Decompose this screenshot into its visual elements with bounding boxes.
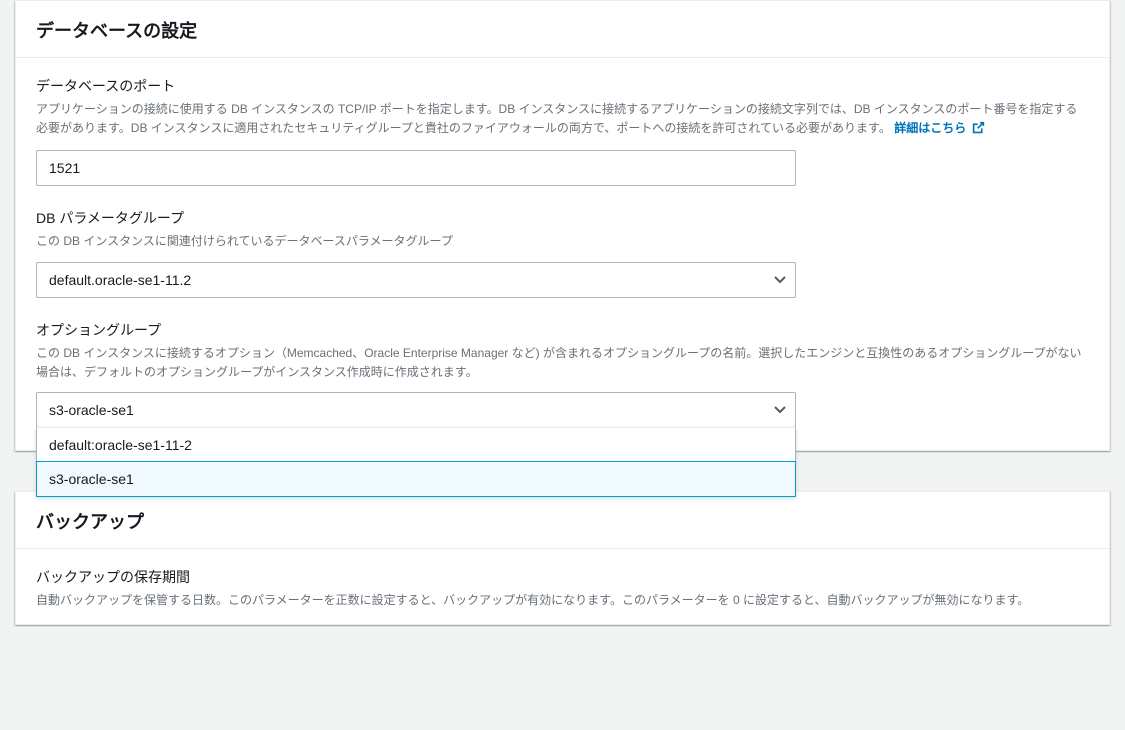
panel-body: バックアップの保存期間 自動バックアップを保管する日数。このパラメーターを正数に… bbox=[16, 549, 1109, 624]
database-port-label: データベースのポート bbox=[36, 76, 1089, 96]
external-link-icon bbox=[972, 121, 985, 140]
backup-retention-label: バックアップの保存期間 bbox=[36, 567, 1089, 587]
database-port-description: アプリケーションの接続に使用する DB インスタンスの TCP/IP ポートを指… bbox=[36, 100, 1089, 140]
panel-body: データベースのポート アプリケーションの接続に使用する DB インスタンスの T… bbox=[16, 58, 1109, 450]
parameter-group-label: DB パラメータグループ bbox=[36, 208, 1089, 228]
parameter-group-select[interactable]: default.oracle-se1-11.2 bbox=[36, 262, 796, 298]
parameter-group-selected-value: default.oracle-se1-11.2 bbox=[49, 272, 191, 288]
panel-header: データベースの設定 bbox=[16, 1, 1109, 58]
backup-panel: バックアップ バックアップの保存期間 自動バックアップを保管する日数。このパラメ… bbox=[15, 491, 1110, 625]
parameter-group-select-wrap: default.oracle-se1-11.2 bbox=[36, 262, 796, 298]
field-option-group: オプショングループ この DB インスタンスに接続するオプション（Memcach… bbox=[36, 320, 1089, 428]
dropdown-option-highlighted[interactable]: s3-oracle-se1 bbox=[36, 461, 796, 497]
database-settings-panel: データベースの設定 データベースのポート アプリケーションの接続に使用する DB… bbox=[15, 0, 1110, 451]
option-group-dropdown: default:oracle-se1-11-2 s3-oracle-se1 bbox=[36, 427, 796, 497]
option-group-select-wrap: s3-oracle-se1 default:oracle-se1-11-2 s3… bbox=[36, 392, 796, 428]
field-database-port: データベースのポート アプリケーションの接続に使用する DB インスタンスの T… bbox=[36, 76, 1089, 186]
field-parameter-group: DB パラメータグループ この DB インスタンスに関連付けられているデータベー… bbox=[36, 208, 1089, 297]
parameter-group-description: この DB インスタンスに関連付けられているデータベースパラメータグループ bbox=[36, 232, 1089, 251]
backup-retention-description: 自動バックアップを保管する日数。このパラメーターを正数に設定すると、バックアップ… bbox=[36, 591, 1089, 610]
learn-more-link[interactable]: 詳細はこちら bbox=[894, 121, 984, 135]
option-group-description: この DB インスタンスに接続するオプション（Memcached、Oracle … bbox=[36, 344, 1089, 382]
dropdown-option[interactable]: default:oracle-se1-11-2 bbox=[37, 428, 795, 462]
panel-header: バックアップ bbox=[16, 492, 1109, 549]
database-port-input[interactable] bbox=[36, 150, 796, 186]
option-group-label: オプショングループ bbox=[36, 320, 1089, 340]
panel-title-backup: バックアップ bbox=[36, 508, 1089, 534]
panel-title-database-settings: データベースの設定 bbox=[36, 17, 1089, 43]
option-group-select[interactable]: s3-oracle-se1 bbox=[36, 392, 796, 428]
option-group-selected-value: s3-oracle-se1 bbox=[49, 402, 134, 418]
field-backup-retention: バックアップの保存期間 自動バックアップを保管する日数。このパラメーターを正数に… bbox=[36, 567, 1089, 610]
learn-more-text: 詳細はこちら bbox=[894, 121, 966, 135]
